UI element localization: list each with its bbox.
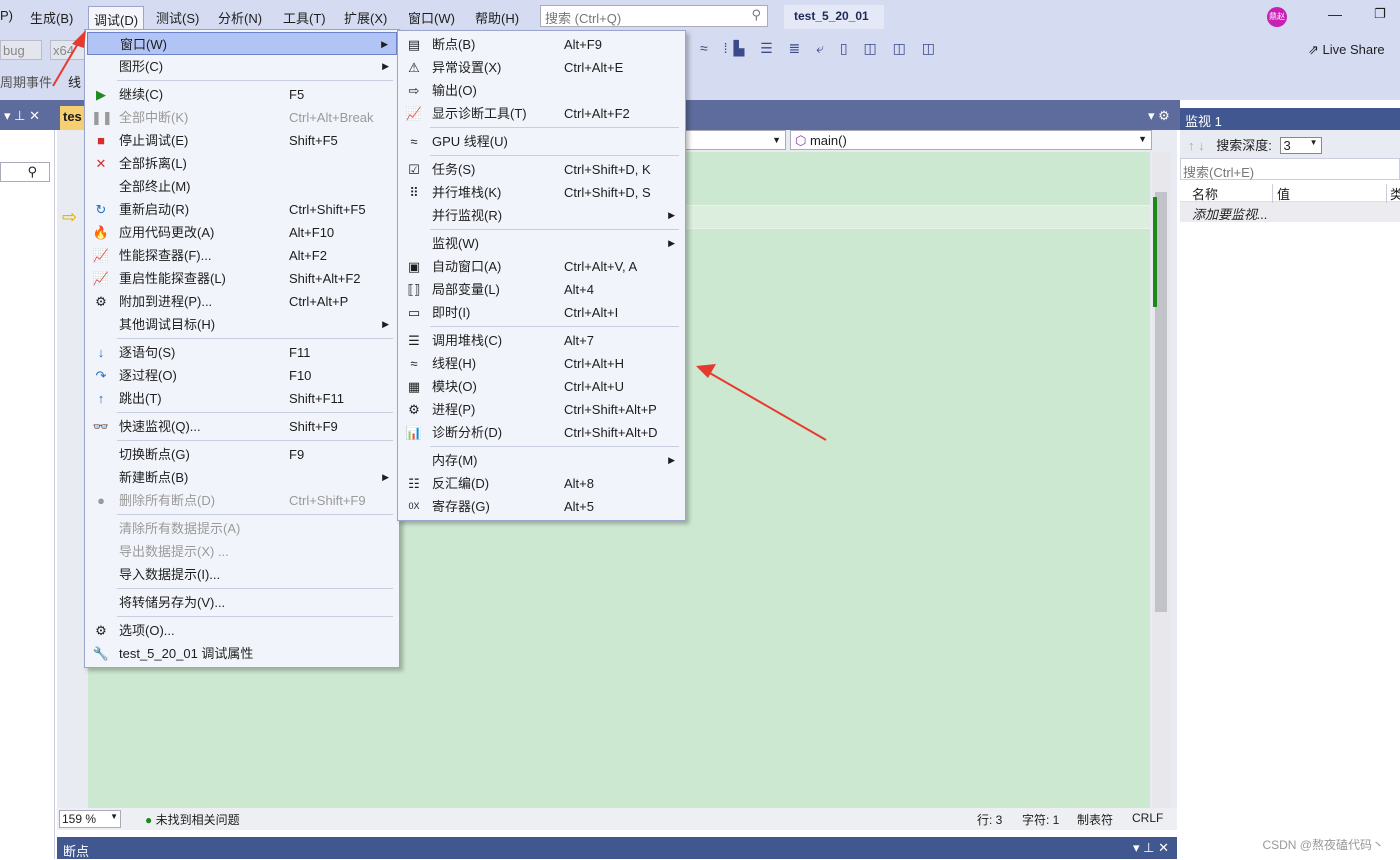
annotation-arrows: [52, 30, 827, 441]
red-arrow-1: [52, 39, 81, 87]
red-arrow-2: [707, 371, 827, 441]
watermark: CSDN @熬夜磕代码丶: [1262, 838, 1384, 852]
red-arrow-1-head: [72, 30, 86, 48]
